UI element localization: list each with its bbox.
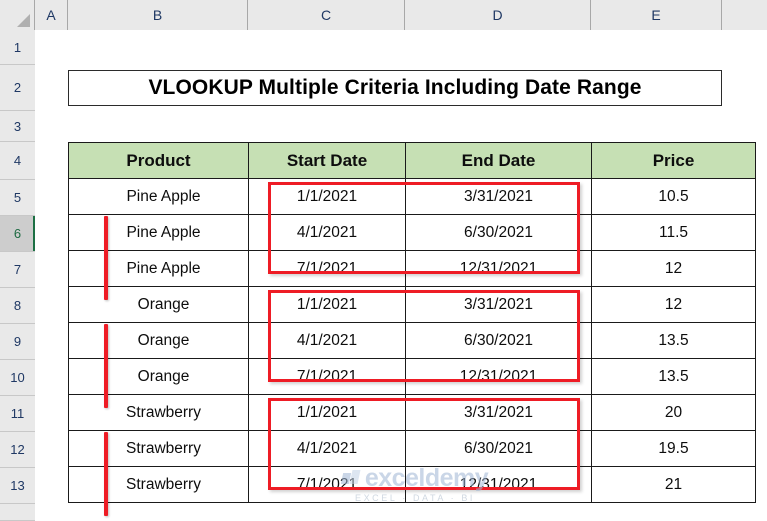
cell-product[interactable]: Strawberry [68, 430, 249, 467]
cell-price[interactable]: 11.5 [591, 214, 756, 251]
cell-price[interactable]: 13.5 [591, 322, 756, 359]
row-header-2[interactable]: 2 [0, 65, 35, 111]
cell-end-date[interactable]: 3/31/2021 [405, 286, 592, 323]
column-header-a[interactable]: A [35, 0, 68, 30]
annotation-bar-product-group-2 [104, 324, 108, 408]
cell-end-date[interactable]: 3/31/2021 [405, 178, 592, 215]
column-header-f[interactable] [722, 0, 767, 30]
row-header-8[interactable]: 8 [0, 288, 35, 324]
cell-product[interactable]: Pine Apple [68, 250, 249, 287]
cell-end-date[interactable]: 6/30/2021 [405, 214, 592, 251]
row-header-3[interactable]: 3 [0, 111, 35, 142]
cell-end-date[interactable]: 12/31/2021 [405, 358, 592, 395]
cell-start-date[interactable]: 7/1/2021 [248, 250, 406, 287]
annotation-bar-product-group-3 [104, 432, 108, 516]
column-header-b[interactable]: B [68, 0, 248, 30]
cell-start-date[interactable]: 4/1/2021 [248, 322, 406, 359]
cell-product[interactable]: Strawberry [68, 394, 249, 431]
cell-end-date[interactable]: 3/31/2021 [405, 394, 592, 431]
row-header-12[interactable]: 12 [0, 432, 35, 468]
cell-price[interactable]: 12 [591, 250, 756, 287]
column-header-e[interactable]: E [591, 0, 722, 30]
cell-price[interactable]: 20 [591, 394, 756, 431]
cell-price[interactable]: 12 [591, 286, 756, 323]
grid-area[interactable]: VLOOKUP Multiple Criteria Including Date… [35, 30, 767, 521]
cell-start-date[interactable]: 7/1/2021 [248, 358, 406, 395]
column-header-product[interactable]: Product [68, 142, 249, 179]
column-header-start-date[interactable]: Start Date [248, 142, 406, 179]
price-date-range-table[interactable]: Product Start Date End Date Price Pine A… [68, 142, 756, 503]
column-header-row: A B C D E [0, 0, 767, 30]
cell-start-date[interactable]: 1/1/2021 [248, 394, 406, 431]
table-row[interactable]: Orange 7/1/2021 12/31/2021 13.5 [68, 358, 756, 395]
row-header-4[interactable]: 4 [0, 142, 35, 180]
cell-product[interactable]: Pine Apple [68, 214, 249, 251]
column-header-d[interactable]: D [405, 0, 591, 30]
column-header-c[interactable]: C [248, 0, 405, 30]
table-row[interactable]: Orange 4/1/2021 6/30/2021 13.5 [68, 322, 756, 359]
cell-price[interactable]: 13.5 [591, 358, 756, 395]
table-header-row: Product Start Date End Date Price [68, 142, 756, 179]
cell-end-date[interactable]: 6/30/2021 [405, 322, 592, 359]
cell-start-date[interactable]: 4/1/2021 [248, 430, 406, 467]
column-header-price[interactable]: Price [591, 142, 756, 179]
cell-price[interactable]: 10.5 [591, 178, 756, 215]
sheet-title-text: VLOOKUP Multiple Criteria Including Date… [148, 76, 642, 99]
row-header-6[interactable]: 6 [0, 216, 36, 252]
cell-product[interactable]: Pine Apple [68, 178, 249, 215]
row-header-column: 1 2 3 4 5 6 7 8 9 10 11 12 13 [0, 30, 36, 521]
row-header-11[interactable]: 11 [0, 396, 35, 432]
cell-price[interactable]: 21 [591, 466, 756, 503]
row-header-7[interactable]: 7 [0, 252, 35, 288]
cell-product[interactable]: Strawberry [68, 466, 249, 503]
row-header-9[interactable]: 9 [0, 324, 35, 360]
annotation-bar-product-group-1 [104, 216, 108, 300]
table-row[interactable]: Pine Apple 4/1/2021 6/30/2021 11.5 [68, 214, 756, 251]
row-header-10[interactable]: 10 [0, 360, 35, 396]
spreadsheet-canvas: A B C D E 1 2 3 4 5 6 7 8 9 10 11 12 13 … [0, 0, 767, 521]
cell-end-date[interactable]: 12/31/2021 [405, 466, 592, 503]
table-row[interactable]: Pine Apple 7/1/2021 12/31/2021 12 [68, 250, 756, 287]
table-row[interactable]: Strawberry 7/1/2021 12/31/2021 21 [68, 466, 756, 503]
cell-price[interactable]: 19.5 [591, 430, 756, 467]
select-all-triangle-icon[interactable] [0, 0, 35, 30]
table-row[interactable]: Pine Apple 1/1/2021 3/31/2021 10.5 [68, 178, 756, 215]
row-header-1[interactable]: 1 [0, 30, 35, 65]
sheet-title-banner[interactable]: VLOOKUP Multiple Criteria Including Date… [68, 70, 722, 106]
cell-end-date[interactable]: 6/30/2021 [405, 430, 592, 467]
column-header-end-date[interactable]: End Date [405, 142, 592, 179]
table-row[interactable]: Strawberry 4/1/2021 6/30/2021 19.5 [68, 430, 756, 467]
cell-end-date[interactable]: 12/31/2021 [405, 250, 592, 287]
cell-start-date[interactable]: 1/1/2021 [248, 178, 406, 215]
cell-product[interactable]: Orange [68, 358, 249, 395]
cell-product[interactable]: Orange [68, 322, 249, 359]
cell-product[interactable]: Orange [68, 286, 249, 323]
table-row[interactable]: Orange 1/1/2021 3/31/2021 12 [68, 286, 756, 323]
row-header-5[interactable]: 5 [0, 180, 35, 216]
cell-start-date[interactable]: 1/1/2021 [248, 286, 406, 323]
table-row[interactable]: Strawberry 1/1/2021 3/31/2021 20 [68, 394, 756, 431]
row-header-13[interactable]: 13 [0, 468, 35, 504]
row-header-14[interactable] [0, 504, 35, 521]
cell-start-date[interactable]: 7/1/2021 [248, 466, 406, 503]
cell-start-date[interactable]: 4/1/2021 [248, 214, 406, 251]
